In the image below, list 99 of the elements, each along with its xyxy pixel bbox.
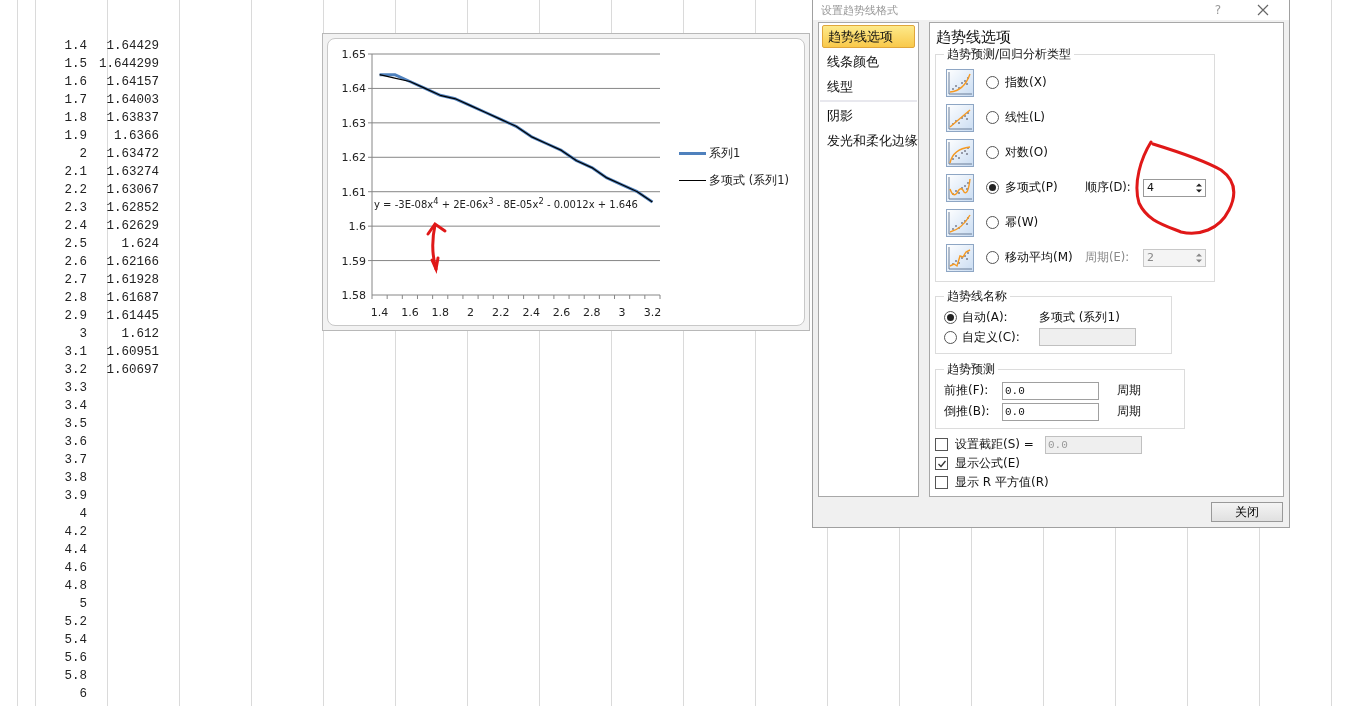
table-cell: 2 bbox=[79, 146, 87, 162]
axis-label: 1.61 bbox=[341, 185, 366, 199]
table-cell: 1.62852 bbox=[106, 200, 159, 216]
table-cell: 1.5 bbox=[64, 56, 87, 72]
table-cell: 4 bbox=[79, 506, 87, 522]
table-cell: 1.60697 bbox=[106, 362, 159, 378]
table-cell: 1.62166 bbox=[106, 254, 159, 270]
axis-label: 2.4 bbox=[522, 306, 540, 319]
table-cell: 3.1 bbox=[64, 344, 87, 360]
axis-label: 1.65 bbox=[341, 48, 366, 61]
axis-label: 1.8 bbox=[431, 306, 449, 319]
table-cell: 1.6 bbox=[64, 74, 87, 90]
table-cell: 4.8 bbox=[64, 578, 87, 594]
table-cell: 2.4 bbox=[64, 218, 87, 234]
table-cell: 5 bbox=[79, 596, 87, 612]
checkbox-label: 显示 R 平方值(R) bbox=[955, 474, 1049, 491]
table-cell: 3.8 bbox=[64, 470, 87, 486]
table-cell: 1.62629 bbox=[106, 218, 159, 234]
table-cell: 4.6 bbox=[64, 560, 87, 576]
axis-label: 2.6 bbox=[552, 306, 571, 319]
table-cell: 1.63472 bbox=[106, 146, 159, 162]
unit-label: 周期 bbox=[1117, 382, 1141, 399]
option-label: 对数(O) bbox=[1005, 144, 1049, 161]
table-cell: 1.6366 bbox=[114, 128, 159, 144]
table-cell: 1.61928 bbox=[106, 272, 159, 288]
checkbox-label: 设置截距(S) = bbox=[955, 436, 1035, 453]
option-label: 自定义(C): bbox=[962, 328, 1021, 346]
table-cell: 2.6 bbox=[64, 254, 87, 270]
table-cell: 1.61445 bbox=[106, 308, 159, 324]
axis-label: 3.2 bbox=[643, 306, 662, 319]
legend-label: 多项式 (系列1) bbox=[709, 173, 789, 188]
axis-label: 2 bbox=[467, 306, 475, 319]
unit-label: 周期 bbox=[1117, 403, 1141, 420]
axis-label: 2.8 bbox=[583, 306, 601, 319]
table-cell: 1.64157 bbox=[106, 74, 159, 90]
group-title: 趋势预测/回归分析类型 bbox=[946, 46, 1073, 63]
table-cell: 5.4 bbox=[64, 632, 87, 648]
axis-label: 1.6 bbox=[401, 306, 419, 319]
option-label: 多项式(P) bbox=[1005, 179, 1059, 196]
table-cell: 1.624 bbox=[121, 236, 159, 252]
table-cell: 3.4 bbox=[64, 398, 87, 414]
axis-label: 1.4 bbox=[370, 306, 389, 319]
table-cell: 1.61687 bbox=[106, 290, 159, 306]
table-cell: 1.644299 bbox=[99, 56, 159, 72]
option-label: 幂(W) bbox=[1005, 214, 1040, 231]
field-label: 周期(E): bbox=[1085, 250, 1131, 265]
table-cell: 3.2 bbox=[64, 362, 87, 378]
field-label: 前推(F): bbox=[944, 382, 990, 399]
table-cell: 4.2 bbox=[64, 524, 87, 540]
legend-label: 系列1 bbox=[709, 146, 741, 161]
table-cell: 1.612 bbox=[121, 326, 159, 342]
option-label: 自动(A): bbox=[962, 308, 1009, 326]
table-cell: 3.6 bbox=[64, 434, 87, 450]
table-cell: 3.5 bbox=[64, 416, 87, 432]
axis-label: 2.2 bbox=[492, 306, 510, 319]
table-cell: 1.4 bbox=[64, 38, 87, 54]
group-title: 趋势线名称 bbox=[946, 288, 1008, 305]
table-cell: 1.64003 bbox=[106, 92, 159, 108]
table-cell: 3 bbox=[79, 326, 87, 342]
option-label: 移动平均(M) bbox=[1005, 249, 1074, 266]
table-cell: 5.6 bbox=[64, 650, 87, 666]
table-cell: 1.9 bbox=[64, 128, 87, 144]
table-cell: 3.9 bbox=[64, 488, 87, 504]
axis-label: 1.62 bbox=[341, 151, 366, 165]
axis-label: 1.58 bbox=[341, 289, 366, 302]
table-cell: 3.7 bbox=[64, 452, 87, 468]
table-cell: 5.8 bbox=[64, 668, 87, 684]
option-label: 线性(L) bbox=[1005, 109, 1047, 126]
option-label: 指数(X) bbox=[1005, 74, 1048, 91]
table-cell: 3.3 bbox=[64, 380, 87, 396]
table-cell: 5.2 bbox=[64, 614, 87, 630]
table-cell: 1.60951 bbox=[106, 344, 159, 360]
table-cell: 1.63067 bbox=[106, 182, 159, 198]
axis-label: 1.63 bbox=[341, 116, 366, 130]
table-cell: 2.5 bbox=[64, 236, 87, 252]
table-cell: 1.63837 bbox=[106, 110, 159, 126]
table-cell: 1.8 bbox=[64, 110, 87, 126]
window-title: 设置趋势线格式 bbox=[821, 2, 899, 18]
table-cell: 1.63274 bbox=[106, 164, 159, 180]
group-title: 趋势预测 bbox=[946, 361, 996, 378]
axis-label: 1.64 bbox=[341, 82, 366, 96]
table-cell: 2.2 bbox=[64, 182, 87, 198]
table-cell: 6 bbox=[79, 686, 87, 702]
trendline-name: 多项式 (系列1) bbox=[1039, 308, 1120, 326]
table-cell: 2.8 bbox=[64, 290, 87, 306]
axis-label: 3 bbox=[618, 306, 626, 319]
field-label: 顺序(D): bbox=[1085, 180, 1132, 195]
table-cell: 1.64429 bbox=[106, 38, 159, 54]
table-cell: 2.7 bbox=[64, 272, 87, 288]
field-label: 倒推(B): bbox=[944, 403, 991, 420]
axis-label: 1.59 bbox=[341, 254, 366, 268]
table-cell: 4.4 bbox=[64, 542, 87, 558]
checkbox-label: 显示公式(E) bbox=[955, 455, 1021, 472]
table-cell: 2.1 bbox=[64, 164, 87, 180]
axis-label: 1.6 bbox=[348, 220, 366, 234]
table-cell: 2.9 bbox=[64, 308, 87, 324]
panel-heading: 趋势线选项 bbox=[936, 28, 1012, 46]
table-cell: 2.3 bbox=[64, 200, 87, 216]
table-cell: 1.7 bbox=[64, 92, 87, 108]
